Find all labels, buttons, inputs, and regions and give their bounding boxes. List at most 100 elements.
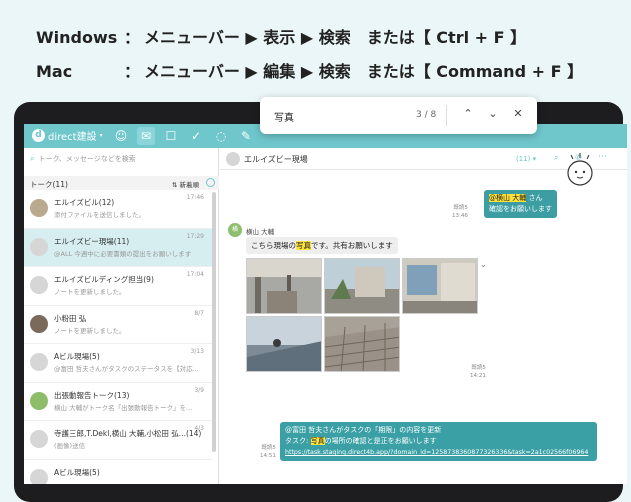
refresh-icon[interactable] xyxy=(206,178,215,187)
chat-panel: エルイズビー現場 (11) ▾ ⌕ ✆ ⋯ 既読5 13:46 @横山 大輔 さ… xyxy=(220,148,627,484)
talk-time: 17:04 xyxy=(186,271,204,278)
search-icon: ⌕ xyxy=(30,154,35,163)
sidebar: ⌕ トーク、メッセージなどを検索 トーク(11) ⇅ 新着順 エルイズビル(12… xyxy=(24,148,219,484)
message-text: の場所の確認と是正をお願いします xyxy=(324,437,437,445)
talk-name: エルイズビー現場(11) xyxy=(54,236,130,246)
chevron-down-icon: ▾ xyxy=(532,155,537,163)
avatar xyxy=(30,430,48,448)
chevron-down-icon[interactable]: ⌄ xyxy=(480,260,487,269)
photo-thumbnail[interactable] xyxy=(246,316,322,372)
photo-thumbnail[interactable] xyxy=(246,258,322,314)
list-item[interactable]: Aビル現場(5) @富田 哲夫さんがタスクのステータスを【対応... 3/13 xyxy=(24,344,212,383)
windows-label: Windows xyxy=(36,28,118,47)
windows-path: メニューバー ▶ 表示 ▶ 検索 または【 Ctrl + F 】 xyxy=(144,28,527,47)
list-item[interactable]: エルイズビル(12) 添付ファイルを送信しました。 17:46 xyxy=(24,190,212,229)
check-icon[interactable]: ✓ xyxy=(187,127,205,145)
search-input[interactable]: ⌕ トーク、メッセージなどを検索 xyxy=(30,154,136,164)
message-meta: 既読5 13:46 xyxy=(452,204,468,220)
avatar: 横 xyxy=(228,223,242,237)
talk-count: トーク(11) xyxy=(30,180,68,189)
talk-name: エルイズビル(12) xyxy=(54,198,115,207)
avatar xyxy=(30,468,48,484)
contacts-icon[interactable]: ☺ xyxy=(112,127,130,145)
workspace-name: direct建設 xyxy=(48,132,97,143)
avatar xyxy=(30,391,48,410)
talk-icon[interactable]: ✉ xyxy=(137,127,155,145)
windows-colon: ： xyxy=(124,28,141,47)
search-highlight: 写真 xyxy=(310,437,325,445)
talk-preview: @ALL 今週中に必要書類の提出をお願いします xyxy=(54,249,192,258)
avatar xyxy=(30,237,48,256)
talk-time: 3/9 xyxy=(194,386,204,394)
chevron-down-icon: ▾ xyxy=(99,132,103,139)
sticker-character-icon xyxy=(567,153,593,186)
mac-instruction: Mac ：メニューバー ▶ 編集 ▶ 検索 または【 Command + F 】 xyxy=(36,58,583,82)
message-meta: 既読5 14:51 xyxy=(260,444,276,460)
tools-icon[interactable]: ✎ xyxy=(237,127,255,145)
talk-preview: @富田 哲夫さんがタスクのステータスを【対応... xyxy=(54,365,199,373)
message-time: 14:21 xyxy=(470,373,486,379)
sort-button[interactable]: ⇅ 新着順 xyxy=(172,179,199,189)
talk-time: 4/3 xyxy=(194,425,204,432)
talk-name: 小粉田 弘 xyxy=(54,313,87,323)
list-item[interactable]: Aビル現場(5) xyxy=(24,460,212,484)
search-icon[interactable]: ⌕ xyxy=(554,153,558,163)
task-icon[interactable]: ☐ xyxy=(162,127,180,145)
talk-time: 3/13 xyxy=(190,348,204,355)
search-highlight: 写真 xyxy=(296,241,311,250)
task-link[interactable]: https://task.staging.direct4b.app/?domai… xyxy=(285,447,592,458)
close-icon[interactable]: ✕ xyxy=(510,107,526,120)
chat-title: エルイズビー現場 xyxy=(244,155,308,164)
message-text: です。共有お願いします xyxy=(311,241,393,250)
talk-preview: ノートを更新しました。 xyxy=(54,326,126,335)
mac-path: メニューバー ▶ 編集 ▶ 検索 または【 Command + F 】 xyxy=(144,62,584,81)
find-divider xyxy=(446,105,447,126)
chat-bubbles-icon[interactable]: ◌ xyxy=(212,127,230,145)
read-count: 既読5 xyxy=(453,205,468,211)
talk-time: 17:29 xyxy=(186,232,204,240)
talk-preview: ノートを更新しました。 xyxy=(54,288,126,296)
talk-time: 17:46 xyxy=(186,194,204,201)
direct-logo-icon: d xyxy=(32,129,45,142)
talk-name: Aビル現場(5) xyxy=(54,467,100,477)
avatar xyxy=(30,314,48,333)
talk-name: 出張動報告トーク(13) xyxy=(54,390,130,400)
talk-name: 寺護三郎,T.Dekl,横山 大輔,小松田 弘...(14) xyxy=(54,429,202,438)
find-bar: 写真 3 / 8 ⌃ ⌄ ✕ xyxy=(260,97,537,134)
photo-thumbnail[interactable] xyxy=(324,316,400,372)
message-time: 14:51 xyxy=(260,453,276,459)
sender-name: 横山 大輔 xyxy=(246,228,275,236)
photo-thumbnail[interactable] xyxy=(324,258,400,314)
chevron-up-icon[interactable]: ⌃ xyxy=(460,107,476,120)
message-text: 確認をお願いします xyxy=(489,205,552,213)
list-item[interactable]: エルイズビルディング担当(9) ノートを更新しました。 17:04 xyxy=(24,267,212,306)
sort-icon: ⇅ xyxy=(172,181,178,189)
message-time: 13:46 xyxy=(452,213,468,219)
instructions-panel: Windows ：メニューバー ▶ 表示 ▶ 検索 または【 Ctrl + F 】… xyxy=(0,0,631,100)
sort-label: 新着順 xyxy=(179,181,200,189)
message-text: こちら現場の xyxy=(251,241,296,250)
list-item[interactable]: エルイズビー現場(11) @ALL 今週中に必要書類の提出をお願いします 17:… xyxy=(24,228,212,267)
photo-thumbnail[interactable] xyxy=(402,258,478,314)
list-item[interactable]: 寺護三郎,T.Dekl,横山 大輔,小松田 弘...(14) (画像)送信 4/… xyxy=(24,421,212,460)
sidebar-scrollbar[interactable] xyxy=(212,192,216,452)
read-count: 既読5 xyxy=(471,365,486,371)
member-count-button[interactable]: (11) ▾ xyxy=(516,155,536,163)
workspace-selector[interactable]: d direct建設 ▾ xyxy=(32,128,103,143)
find-input[interactable]: 写真 xyxy=(274,109,294,124)
mention-highlight: @横山 大輔 xyxy=(489,194,527,202)
message-text: @富田 哲夫さんがタスクの「期限」の内容を更新 xyxy=(285,426,442,434)
avatar xyxy=(30,353,48,371)
match-count: 3 / 8 xyxy=(416,110,437,120)
mac-label: Mac xyxy=(36,62,73,81)
list-item[interactable]: 小粉田 弘 ノートを更新しました。 8/7 xyxy=(24,306,212,344)
message-bubble: @富田 哲夫さんがタスクの「期限」の内容を更新 タスク: 写真の場所の確認と是正… xyxy=(280,422,597,461)
talk-time: 8/7 xyxy=(194,309,204,317)
app-window: d direct建設 ▾ ☺ ✉ ☐ ✓ ◌ ✎ ⌕ トーク、メッセージなどを検… xyxy=(24,124,627,484)
chevron-down-icon[interactable]: ⌄ xyxy=(485,107,501,120)
message-text: さん xyxy=(526,194,543,202)
talk-name: Aビル現場(5) xyxy=(54,352,100,361)
member-count: (11) xyxy=(516,155,531,163)
list-item[interactable]: 出張動報告トーク(13) 横山 大輔がトーク名「出張動報告トーク」を... 3/… xyxy=(24,383,212,421)
windows-instruction: Windows ：メニューバー ▶ 表示 ▶ 検索 または【 Ctrl + F 】 xyxy=(36,24,526,48)
